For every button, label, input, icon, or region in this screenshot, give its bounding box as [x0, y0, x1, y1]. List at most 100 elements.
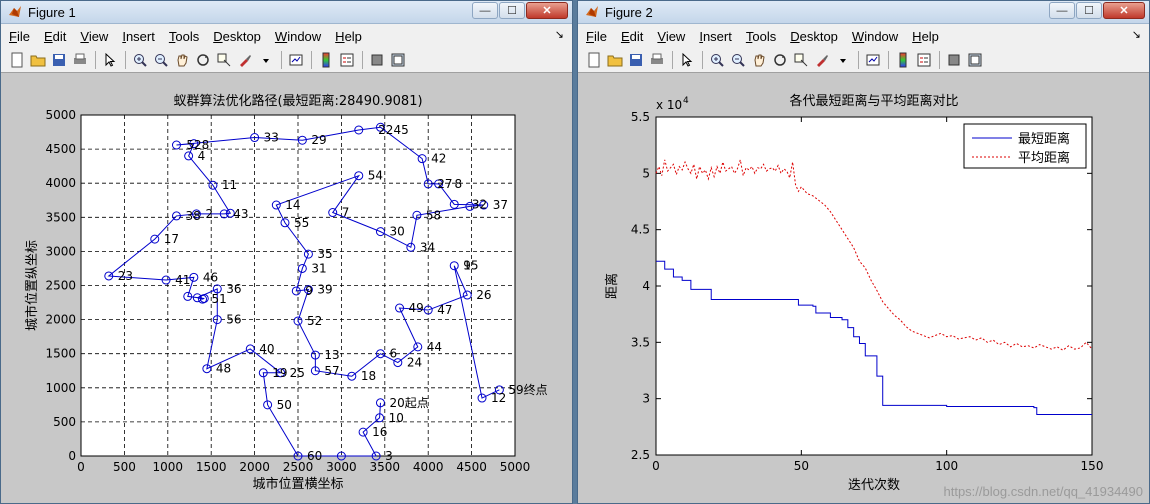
x-tick-label: 5000	[500, 460, 531, 474]
exponent-value: 4	[683, 96, 689, 106]
zoom-in-button[interactable]	[130, 50, 150, 70]
colorbar-icon	[322, 52, 330, 68]
menu-edit[interactable]: Edit	[44, 29, 66, 44]
pointer-button[interactable]	[677, 50, 697, 70]
menu-insert[interactable]: Insert	[699, 29, 732, 44]
menu-insert[interactable]: Insert	[122, 29, 155, 44]
x-axis-label: 迭代次数	[848, 477, 900, 493]
pointer-button[interactable]	[100, 50, 120, 70]
y-tick-label: 3500	[45, 210, 76, 224]
menu-file[interactable]: File	[586, 29, 607, 44]
city-label: 37	[493, 198, 508, 212]
save-button[interactable]	[49, 50, 69, 70]
show-tools-button[interactable]	[388, 50, 408, 70]
toolbar-separator	[281, 51, 282, 69]
city-label: 2	[205, 207, 213, 221]
menu-edit[interactable]: Edit	[621, 29, 643, 44]
menu-file[interactable]: File	[9, 29, 30, 44]
rotate-3d-button[interactable]	[770, 50, 790, 70]
menu-view[interactable]: View	[80, 29, 108, 44]
colorbar-button[interactable]	[893, 50, 913, 70]
city-label: 25	[290, 366, 305, 380]
figure-1-canvas: 0 500 1000 1500 2000 2500 3000 3500 4000 4500 5000…	[1, 75, 572, 503]
print-button[interactable]	[647, 50, 667, 70]
city-label: 36	[226, 282, 241, 296]
hide-tools-button[interactable]	[367, 50, 387, 70]
city-label: 49	[409, 301, 424, 315]
menu-desktop[interactable]: Desktop	[790, 29, 838, 44]
close-button[interactable]: ✕	[526, 2, 568, 19]
y-tick-label: 2.5	[631, 448, 650, 462]
save-icon	[630, 54, 642, 66]
new-file-button[interactable]	[584, 50, 604, 70]
menu-view[interactable]: View	[657, 29, 685, 44]
link-plot-button[interactable]	[286, 50, 306, 70]
menu-desktop[interactable]: Desktop	[213, 29, 261, 44]
menu-tools[interactable]: Tools	[746, 29, 776, 44]
menu-help[interactable]: Help	[912, 29, 939, 44]
close-button[interactable]: ✕	[1103, 2, 1145, 19]
menu-help[interactable]: Help	[335, 29, 362, 44]
city-label: 11	[222, 178, 237, 192]
link-plot-button[interactable]	[863, 50, 883, 70]
open-folder-button[interactable]	[605, 50, 625, 70]
new-file-button[interactable]	[7, 50, 27, 70]
zoom-in-icon	[134, 54, 147, 67]
menu-window[interactable]: Window	[275, 29, 321, 44]
menu-window[interactable]: Window	[852, 29, 898, 44]
dropdown-arrow-icon	[840, 59, 846, 63]
x-tick-label: 0	[652, 459, 660, 473]
city-label: 42	[431, 152, 446, 166]
show-tools-button[interactable]	[965, 50, 985, 70]
y-tick-label: 500	[53, 415, 76, 429]
minimize-button[interactable]: —	[1049, 2, 1075, 19]
x-tick-label: 0	[77, 460, 85, 474]
pan-hand-button[interactable]	[172, 50, 192, 70]
maximize-icon: ☐	[507, 5, 517, 17]
figure-1-window: Figure 1 — ☐ ✕ File Edit View Insert Too…	[0, 0, 573, 504]
dock-arrow-icon[interactable]: ↘	[1132, 28, 1141, 41]
y-tick-label: 4.5	[631, 223, 650, 237]
city-label: 41	[175, 273, 190, 287]
zoom-in-button[interactable]	[707, 50, 727, 70]
city-label: 51	[212, 292, 227, 306]
x-tick-label: 100	[935, 459, 958, 473]
maximize-button[interactable]: ☐	[1076, 2, 1102, 19]
pan-hand-button[interactable]	[749, 50, 769, 70]
toolbar-separator	[672, 51, 673, 69]
hide-tools-icon	[371, 54, 383, 66]
zoom-out-button[interactable]	[151, 50, 171, 70]
print-button[interactable]	[70, 50, 90, 70]
y-tick-label: 5.5	[631, 110, 650, 124]
x-axis-label: 城市位置横坐标	[252, 476, 343, 492]
hide-tools-button[interactable]	[944, 50, 964, 70]
colorbar-button[interactable]	[316, 50, 336, 70]
zoom-out-icon	[155, 54, 168, 67]
rotate-3d-button[interactable]	[193, 50, 213, 70]
open-folder-button[interactable]	[28, 50, 48, 70]
data-cursor-button[interactable]	[214, 50, 234, 70]
menu-bar: File Edit View Insert Tools Desktop Wind…	[1, 24, 572, 48]
save-button[interactable]	[626, 50, 646, 70]
brush-button[interactable]	[235, 50, 255, 70]
minimize-button[interactable]: —	[472, 2, 498, 19]
figure-1-titlebar[interactable]: Figure 1 — ☐ ✕	[1, 1, 572, 24]
dropdown-arrow-button[interactable]	[256, 50, 276, 70]
print-icon	[651, 53, 663, 64]
figure-2-titlebar[interactable]: Figure 2 — ☐ ✕	[578, 1, 1149, 24]
legend-button[interactable]	[337, 50, 357, 70]
legend-button[interactable]	[914, 50, 934, 70]
city-label: 56	[226, 313, 241, 327]
dropdown-arrow-button[interactable]	[833, 50, 853, 70]
legend-icon	[340, 53, 354, 67]
menu-tools[interactable]: Tools	[169, 29, 199, 44]
city-label: 31	[311, 261, 326, 275]
dock-arrow-icon[interactable]: ↘	[555, 28, 564, 41]
print-icon	[74, 53, 86, 64]
zoom-out-button[interactable]	[728, 50, 748, 70]
maximize-button[interactable]: ☐	[499, 2, 525, 19]
city-label: 6	[389, 347, 397, 361]
data-cursor-button[interactable]	[791, 50, 811, 70]
chart-title: 各代最短距离与平均距离对比	[789, 93, 958, 109]
brush-button[interactable]	[812, 50, 832, 70]
